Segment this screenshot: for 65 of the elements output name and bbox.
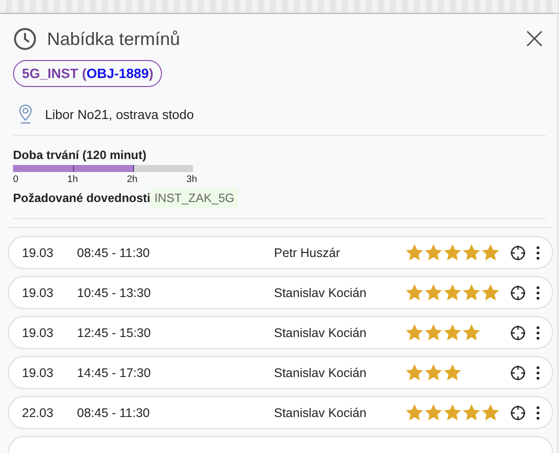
more-icon[interactable] [536,406,540,420]
location-pin-icon [18,104,33,125]
star-icon [424,323,443,342]
technician-name: Stanislav Kocián [274,366,368,380]
crosshair-icon[interactable] [510,364,526,380]
clock-icon [13,27,37,51]
slot-row[interactable]: 22.03 08:45 - 11:30 Stanislav Kocián [8,396,553,429]
slot-date: 19.03 [22,326,54,340]
duration-label: Doba trvání (120 minut) [13,148,146,162]
star-icon [424,403,443,422]
star-icon [462,283,481,302]
star-icon [424,283,443,302]
slot-date: 19.03 [22,246,54,260]
crosshair-icon[interactable] [510,404,526,420]
star-icon [462,243,481,262]
star-icon [405,363,424,382]
star-icon [405,243,424,262]
skill-tag: INST_ZAK_5G [150,188,238,208]
slot-row[interactable]: 19.03 14:45 - 17:30 Stanislav Kocián [8,356,553,389]
star-icon [443,403,462,422]
slot-date: 19.03 [22,286,54,300]
more-icon[interactable] [536,366,540,380]
star-icon [424,363,443,382]
star-icon [462,403,481,422]
slot-time: 08:45 - 11:30 [77,246,151,260]
crosshair-icon[interactable] [510,324,526,340]
crosshair-icon[interactable] [510,284,526,300]
star-icon [481,403,500,422]
star-icon [481,243,500,262]
star-icon [405,323,424,342]
slot-date: 22.03 [22,406,54,420]
star-icon [424,243,443,262]
slot-time: 14:45 - 17:30 [77,366,152,380]
technician-name: Stanislav Kocián [274,286,368,300]
star-icon [443,323,462,342]
technician-name: Petr Huszár [274,246,341,260]
more-icon[interactable] [536,246,540,260]
star-icon [462,323,481,342]
slot-row[interactable]: 19.03 12:45 - 15:30 Stanislav Kocián [8,316,553,349]
star-icon [443,363,462,382]
star-icon [405,283,424,302]
star-icon [481,283,500,302]
more-icon[interactable] [536,326,540,340]
more-icon[interactable] [536,286,540,300]
dialog-title: Nabídka termínů [47,28,182,50]
tick-label: 1h [67,174,78,185]
close-button[interactable]: × [516,27,553,51]
slot-time: 12:45 - 15:30 [77,326,152,340]
slot-row[interactable]: 19.03 10:45 - 13:30 Stanislav Kocián [8,276,553,309]
star-icon [443,243,462,262]
location-text: Libor No21, ostrava stodo [45,107,194,122]
tick-label: 3h [186,174,197,185]
slot-time: 08:45 - 11:30 [77,406,151,420]
slot-row[interactable]: 19.03 08:45 - 11:30 Petr Huszár [8,236,553,269]
tick-label: 2h [126,174,138,185]
technician-name: Stanislav Kocián [274,406,368,420]
slot-date: 19.03 [22,366,54,380]
technician-name: Stanislav Kocián [274,326,368,340]
crosshair-icon[interactable] [510,244,526,260]
order-chip[interactable]: 5G_INST (OBJ-1889) [13,60,162,87]
star-icon [405,403,424,422]
slot-time: 10:45 - 13:30 [77,286,152,300]
tick-label: 0 [13,174,18,185]
skills-label: Požadované dovednosti [13,191,150,205]
star-icon [443,283,462,302]
